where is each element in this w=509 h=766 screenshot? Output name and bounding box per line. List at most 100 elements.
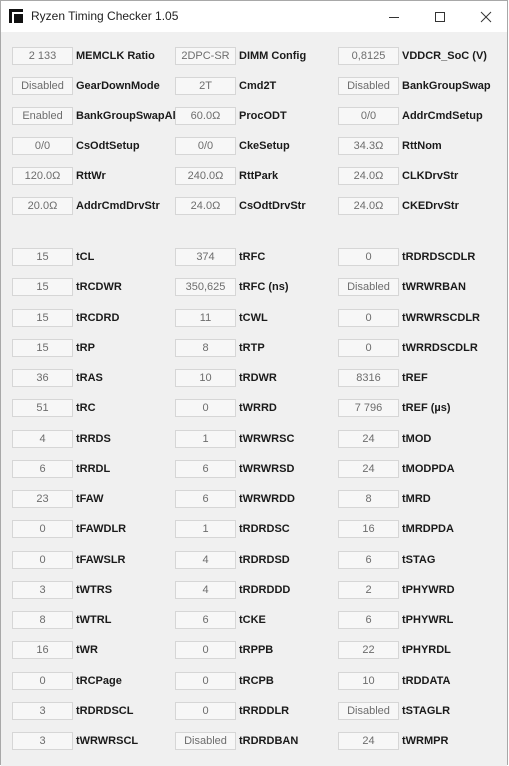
twrwrsc-value[interactable]: 1	[175, 430, 236, 448]
csodtsetup-label: CsOdtSetup	[76, 140, 140, 152]
cmd2t-label: Cmd2T	[239, 80, 277, 92]
tphyrdl-label: tPHYRDL	[402, 644, 451, 656]
tras-label: tRAS	[76, 372, 103, 384]
twrwrban-value[interactable]: Disabled	[338, 278, 399, 296]
trrddlr-value[interactable]: 0	[175, 702, 236, 720]
timings-panel: 2 133 MEMCLK Ratio Disabled GearDownMode Ena…	[1, 32, 507, 766]
twrrdscdlr-value[interactable]: 0	[338, 339, 399, 357]
tcwl-value[interactable]: 11	[175, 309, 236, 327]
twrrd-value[interactable]: 0	[175, 399, 236, 417]
bankgroupswap-label: BankGroupSwap	[402, 80, 491, 92]
csodtsetup-value[interactable]: 0/0	[12, 137, 73, 155]
trdrdsc-value[interactable]: 1	[175, 520, 236, 538]
trdrddd-value[interactable]: 4	[175, 581, 236, 599]
tras-value[interactable]: 36	[12, 369, 73, 387]
trcpage-value[interactable]: 0	[12, 672, 73, 690]
bankgroupswap-value[interactable]: Disabled	[338, 77, 399, 95]
trcpb-value[interactable]: 0	[175, 672, 236, 690]
dimm-config-label: DIMM Config	[239, 50, 307, 62]
ckesetup-value[interactable]: 0/0	[175, 137, 236, 155]
clkdrvstr-label: CLKDrvStr	[402, 170, 459, 182]
tfawdlr-value[interactable]: 0	[12, 520, 73, 538]
trrddlr-label: tRRDDLR	[239, 705, 290, 717]
procodt-value[interactable]: 60.0Ω	[175, 107, 236, 125]
trdrdsc-label: tRDRDSC	[239, 523, 290, 535]
geardownmode-value[interactable]: Disabled	[12, 77, 73, 95]
tstag-value[interactable]: 6	[338, 551, 399, 569]
trtp-value[interactable]: 8	[175, 339, 236, 357]
tref-s-value[interactable]: 7 796	[338, 399, 399, 417]
clkdrvstr-value[interactable]: 24.0Ω	[338, 167, 399, 185]
trc-value[interactable]: 51	[12, 399, 73, 417]
tphywrd-label: tPHYWRD	[402, 584, 455, 596]
dimm-config-value[interactable]: 2DPC-SR	[175, 47, 236, 65]
tref-value[interactable]: 8316	[338, 369, 399, 387]
procodt-label: ProcODT	[239, 110, 287, 122]
memclk-ratio-value[interactable]: 2 133	[12, 47, 73, 65]
tmrdpda-value[interactable]: 16	[338, 520, 399, 538]
twtrs-value[interactable]: 3	[12, 581, 73, 599]
rttpark-label: RttPark	[239, 170, 279, 182]
trfc-value[interactable]: 374	[175, 248, 236, 266]
addrcmdsetup-label: AddrCmdSetup	[402, 110, 483, 122]
tfaw-value[interactable]: 23	[12, 490, 73, 508]
twrwrscdlr-value[interactable]: 0	[338, 309, 399, 327]
addrcmddrvstr-value[interactable]: 20.0Ω	[12, 197, 73, 215]
twrwrsc-label: tWRWRSC	[239, 433, 295, 445]
tphywrd-value[interactable]: 2	[338, 581, 399, 599]
twtrl-value[interactable]: 8	[12, 611, 73, 629]
rttpark-value[interactable]: 240.0Ω	[175, 167, 236, 185]
tphyrdl-value[interactable]: 22	[338, 641, 399, 659]
trdrdscl-value[interactable]: 3	[12, 702, 73, 720]
maximize-icon	[435, 11, 445, 22]
close-button[interactable]	[463, 1, 509, 32]
bankgroupswapalt-value[interactable]: Enabled	[12, 107, 73, 125]
twr-label: tWR	[76, 644, 98, 656]
cmd2t-value[interactable]: 2T	[175, 77, 236, 95]
twrmpr-value[interactable]: 24	[338, 732, 399, 750]
trdrdban-value[interactable]: Disabled	[175, 732, 236, 750]
rttnom-value[interactable]: 34.3Ω	[338, 137, 399, 155]
trcdwr-label: tRCDWR	[76, 281, 122, 293]
trcpage-label: tRCPage	[76, 675, 122, 687]
trrdl-value[interactable]: 6	[12, 460, 73, 478]
addrcmdsetup-value[interactable]: 0/0	[338, 107, 399, 125]
app-logo-icon	[9, 9, 23, 23]
trppb-value[interactable]: 0	[175, 641, 236, 659]
tmodpda-value[interactable]: 24	[338, 460, 399, 478]
tmod-value[interactable]: 24	[338, 430, 399, 448]
tstaglr-value[interactable]: Disabled	[338, 702, 399, 720]
bankgroupswapalt-label: BankGroupSwapAlt	[76, 110, 180, 122]
trcdwr-value[interactable]: 15	[12, 278, 73, 296]
trp-value[interactable]: 15	[12, 339, 73, 357]
memclk-ratio-label: MEMCLK Ratio	[76, 50, 155, 62]
trdrdban-label: tRDRDBAN	[239, 735, 299, 747]
trddata-label: tRDDATA	[402, 675, 451, 687]
twrwrscl-value[interactable]: 3	[12, 732, 73, 750]
tcke-value[interactable]: 6	[175, 611, 236, 629]
twtrl-label: tWTRL	[76, 614, 112, 626]
twrwrsd-value[interactable]: 6	[175, 460, 236, 478]
vddcr-soc-v-value[interactable]: 0,8125	[338, 47, 399, 65]
tfawslr-value[interactable]: 0	[12, 551, 73, 569]
trcdrd-value[interactable]: 15	[12, 309, 73, 327]
trfc-ns-value[interactable]: 350,625	[175, 278, 236, 296]
trfc-label: tRFC	[239, 251, 266, 263]
tmod-label: tMOD	[402, 433, 432, 445]
ckedrvstr-value[interactable]: 24.0Ω	[338, 197, 399, 215]
trdwr-value[interactable]: 10	[175, 369, 236, 387]
trdrdscdlr-value[interactable]: 0	[338, 248, 399, 266]
minimize-button[interactable]	[371, 1, 417, 32]
twr-value[interactable]: 16	[12, 641, 73, 659]
trddata-value[interactable]: 10	[338, 672, 399, 690]
tphywrl-value[interactable]: 6	[338, 611, 399, 629]
tcl-value[interactable]: 15	[12, 248, 73, 266]
maximize-button[interactable]	[417, 1, 463, 32]
rttwr-value[interactable]: 120.0Ω	[12, 167, 73, 185]
csodtdrvstr-value[interactable]: 24.0Ω	[175, 197, 236, 215]
trdrdsd-value[interactable]: 4	[175, 551, 236, 569]
twrwrdd-value[interactable]: 6	[175, 490, 236, 508]
trrds-value[interactable]: 4	[12, 430, 73, 448]
title-bar[interactable]: Ryzen Timing Checker 1.05	[1, 1, 507, 32]
tmrd-value[interactable]: 8	[338, 490, 399, 508]
